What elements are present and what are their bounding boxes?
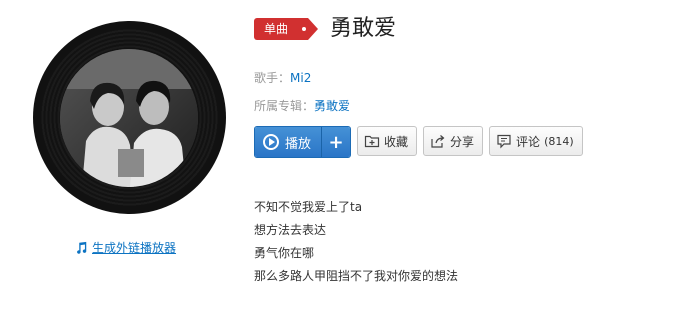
play-button[interactable]: 播放 — [255, 127, 322, 157]
folder-plus-icon — [364, 135, 380, 148]
play-group: 播放 + — [254, 126, 352, 158]
title-row: 单曲 勇敢爱 — [254, 18, 396, 40]
album-link[interactable]: 勇敢爱 — [314, 99, 350, 113]
album-cover — [60, 49, 198, 187]
singer-link[interactable]: Mi2 — [290, 71, 311, 85]
collect-button[interactable]: 收藏 — [357, 126, 418, 156]
comment-label: 评论 — [516, 134, 541, 149]
lyric-line: 不知不觉我爱上了ta — [254, 200, 363, 214]
play-icon — [263, 134, 279, 150]
album-row: 所属专辑：勇敢爱 — [254, 97, 350, 114]
singer-row: 歌手：Mi2 — [254, 69, 311, 86]
song-title: 勇敢爱 — [330, 16, 397, 41]
generate-external-player-link[interactable]: 生成外链播放器 — [74, 239, 176, 256]
singer-label: 歌手： — [254, 71, 291, 85]
lyric-line: 那么多路人甲阻挡不了我对你爱的想法 — [254, 269, 459, 283]
comment-count: (814) — [544, 134, 574, 148]
comment-button[interactable]: 评论 (814) — [489, 126, 583, 156]
action-buttons: 播放 + 收藏 分享 评论 (814) — [254, 126, 583, 158]
lyrics-block: 不知不觉我爱上了ta 想方法去表达 勇气你在哪 那么多路人甲阻挡不了我对你爱的想… — [254, 196, 458, 288]
comment-icon — [497, 134, 511, 149]
lyric-line: 想方法去表达 — [254, 223, 327, 237]
share-label: 分享 — [450, 134, 475, 149]
lyric-line: 勇气你在哪 — [254, 246, 315, 260]
single-badge: 单曲 — [254, 18, 319, 40]
single-badge-label: 单曲 — [264, 22, 289, 36]
badge-dot-icon — [302, 27, 307, 31]
album-label: 所属专辑： — [254, 99, 315, 113]
collect-label: 收藏 — [384, 134, 409, 149]
music-note-icon — [77, 241, 87, 254]
play-label: 播放 — [285, 136, 312, 152]
share-icon — [431, 135, 445, 148]
add-to-playlist-button[interactable]: + — [321, 127, 351, 157]
share-button[interactable]: 分享 — [423, 126, 484, 156]
external-player-label: 生成外链播放器 — [92, 241, 177, 255]
